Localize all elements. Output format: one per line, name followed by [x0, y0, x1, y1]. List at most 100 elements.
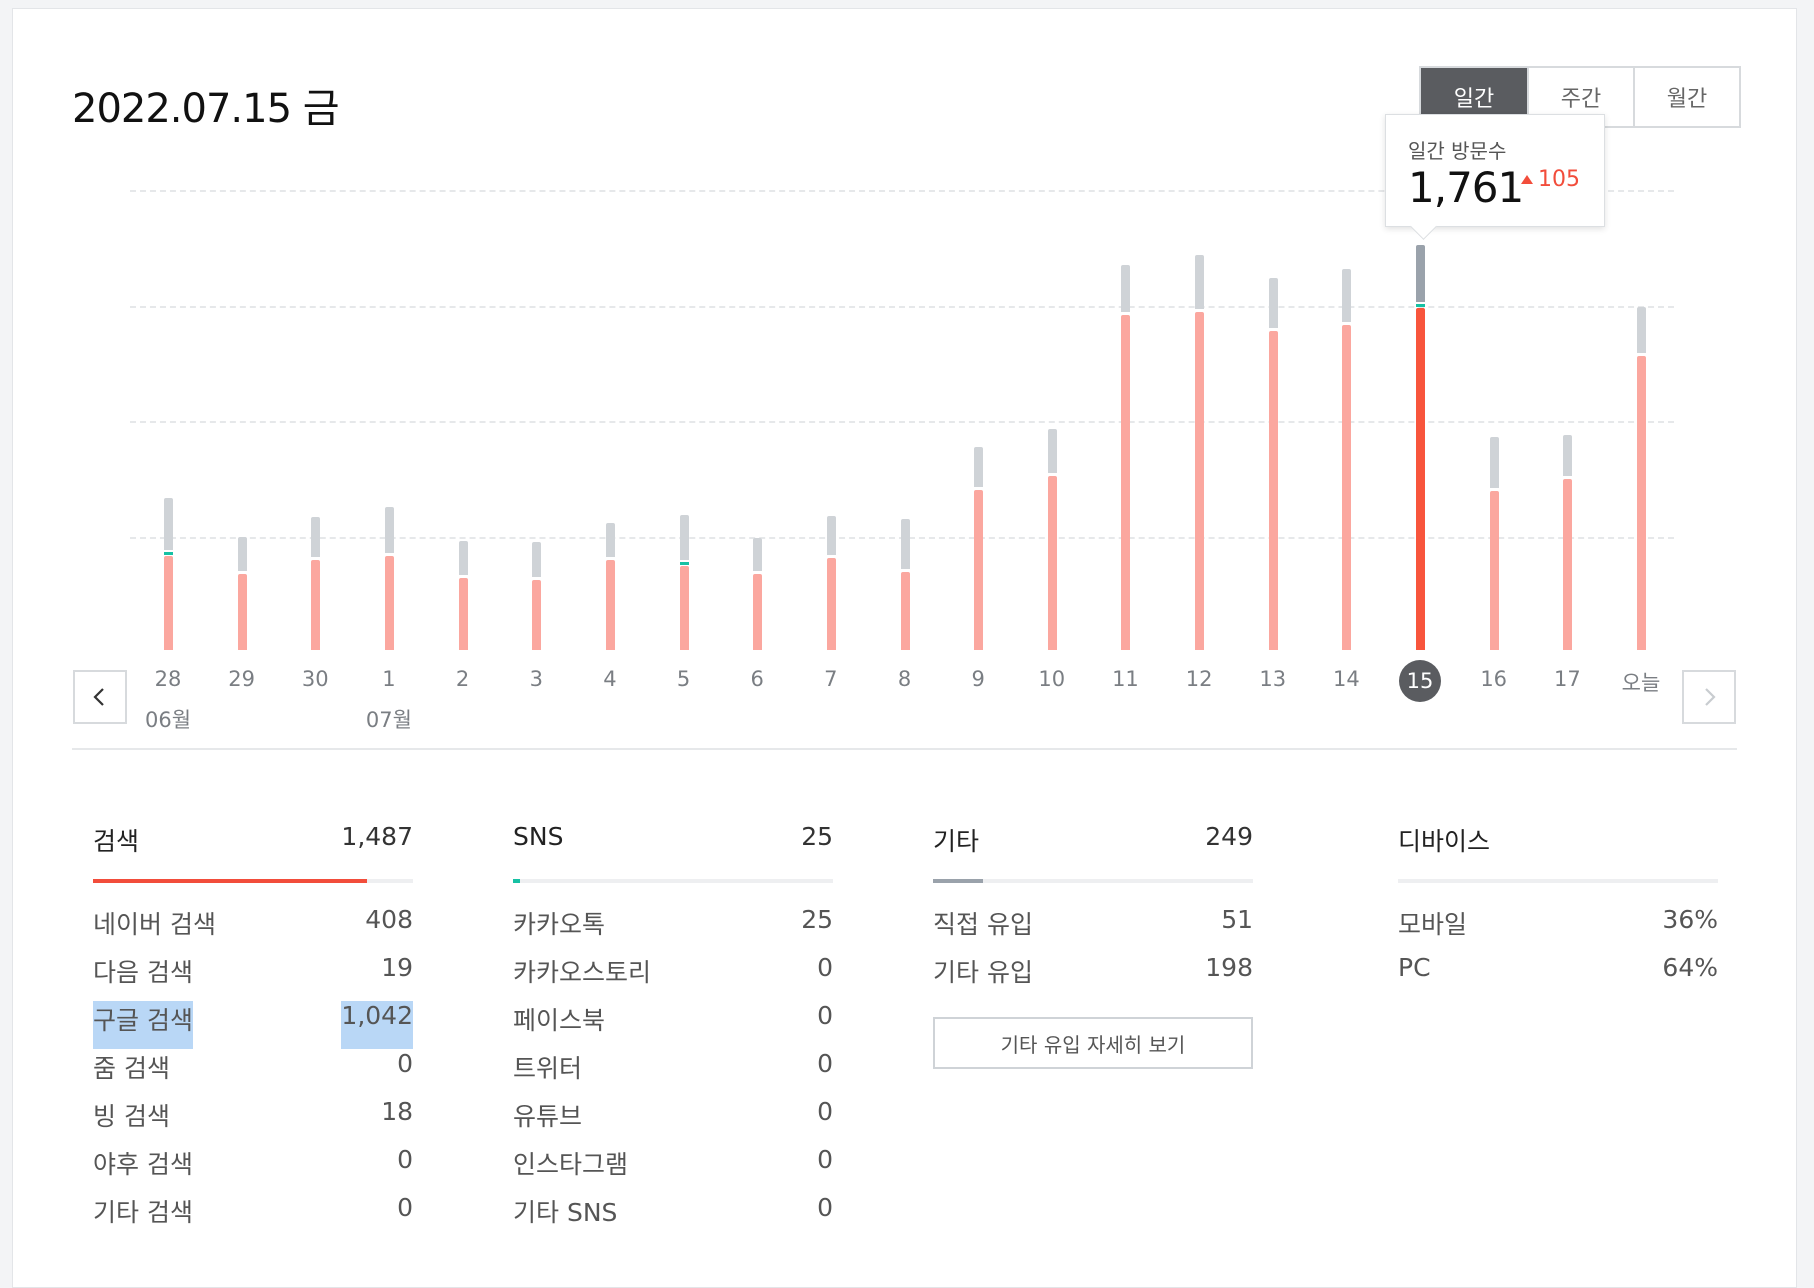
row-value: 51	[1221, 905, 1253, 934]
row-label: 야후 검색	[93, 1150, 193, 1179]
row-label: PC	[1398, 953, 1431, 982]
bar-segment-other	[1121, 265, 1131, 313]
search-progress-fill	[93, 879, 367, 883]
row-label: 구글 검색	[93, 1001, 193, 1049]
chevron-right-icon	[1705, 688, 1716, 706]
other-total: 249	[1205, 822, 1253, 851]
other-progress	[933, 879, 1253, 883]
row-value: 0	[397, 1145, 413, 1174]
list-item: 줌 검색 0	[93, 1049, 413, 1097]
bar-segment-other	[164, 497, 173, 550]
x-tick-label[interactable]: 30	[285, 667, 345, 691]
x-tick-label[interactable]: 5	[654, 667, 714, 691]
row-label: 네이버 검색	[93, 910, 216, 939]
x-tick-label[interactable]: 6	[727, 667, 787, 691]
bar-segment-other	[605, 522, 615, 558]
x-tick-label[interactable]: 12	[1169, 667, 1229, 691]
row-label: 페이스북	[513, 1006, 606, 1035]
bar-segment-other	[311, 517, 321, 558]
x-tick-label[interactable]: 11	[1095, 667, 1155, 691]
x-tick-label[interactable]: 28	[138, 667, 198, 691]
bar-segment-sns	[1416, 303, 1426, 307]
row-label: 인스타그램	[513, 1150, 629, 1179]
bar-segment-other	[826, 515, 836, 555]
month-label: 06월	[144, 708, 192, 732]
list-item: 카카오톡 25	[513, 905, 833, 953]
list-item: 기타 유입 198	[933, 953, 1253, 1001]
device-title: 디바이스	[1398, 827, 1491, 856]
x-tick-label[interactable]: 14	[1316, 667, 1376, 691]
sns-title: SNS	[513, 822, 564, 851]
row-value: 0	[817, 1193, 833, 1222]
list-item: 유튜브 0	[513, 1097, 833, 1145]
device-divider	[1398, 879, 1718, 883]
bar-segment-search	[753, 574, 763, 650]
bar-segment-search	[1268, 331, 1278, 650]
row-label: 모바일	[1398, 910, 1468, 939]
other-section: 기타 249 직접 유입 51 기타 유입 198 기타 유입 자세히 보기	[933, 822, 1253, 1069]
bar-segment-search	[1342, 324, 1352, 650]
x-tick-label[interactable]: 7	[801, 667, 861, 691]
x-tick-label[interactable]: 2	[433, 667, 493, 691]
row-label: 트위터	[513, 1054, 583, 1083]
list-item: 기타 SNS 0	[513, 1193, 833, 1241]
x-tick-label[interactable]: 8	[875, 667, 935, 691]
tooltip-delta: 105	[1521, 167, 1580, 192]
search-title: 검색	[93, 827, 140, 856]
other-detail-button[interactable]: 기타 유입 자세히 보기	[933, 1017, 1253, 1069]
bar-segment-sns	[164, 551, 173, 555]
month-label: 07월	[365, 708, 412, 732]
x-tick-label[interactable]: 15	[1399, 660, 1442, 702]
bar-segment-search	[679, 566, 689, 650]
x-tick-label[interactable]: 16	[1464, 667, 1524, 691]
x-tick-label[interactable]: 3	[506, 667, 566, 691]
bar-segment-search	[1047, 476, 1057, 650]
bar-segment-other	[1563, 435, 1573, 476]
list-item: 카카오스토리 0	[513, 953, 833, 1001]
list-item: 네이버 검색 408	[93, 905, 413, 953]
list-item: 빙 검색 18	[93, 1097, 413, 1145]
x-tick-label[interactable]: 10	[1022, 667, 1082, 691]
sns-header: SNS 25	[513, 822, 833, 862]
search-total: 1,487	[341, 822, 413, 851]
row-value: 0	[817, 1145, 833, 1174]
bar-segment-other	[1637, 306, 1646, 353]
row-value: 198	[1205, 953, 1253, 982]
gridline	[130, 306, 1674, 308]
bar-segment-search	[237, 574, 247, 650]
x-tick-label[interactable]: 4	[580, 667, 640, 691]
list-item: 다음 검색 19	[93, 953, 413, 1001]
bar-segment-other	[1489, 436, 1499, 489]
row-value: 1,042	[341, 1001, 413, 1049]
chevron-left-icon	[93, 688, 104, 706]
prev-button[interactable]	[73, 670, 127, 724]
x-tick-label[interactable]: 9	[948, 667, 1008, 691]
search-section: 검색 1,487 네이버 검색 408 다음 검색 19 구글 검색 1,042 줌 …	[93, 822, 413, 1241]
x-tick-label[interactable]: 13	[1243, 667, 1303, 691]
bar-segment-other	[237, 536, 247, 572]
list-item: 트위터 0	[513, 1049, 833, 1097]
bar-segment-other	[900, 519, 910, 569]
row-label: 기타 SNS	[513, 1198, 618, 1227]
bar-segment-search	[164, 555, 173, 650]
bar-segment-search	[1121, 315, 1131, 650]
bar-segment-other	[458, 541, 468, 575]
device-section: 디바이스 모바일 36% PC 64%	[1398, 822, 1718, 1001]
x-tick-label[interactable]: 17	[1537, 667, 1597, 691]
x-tick-label[interactable]: 1	[359, 667, 419, 691]
bar-segment-search	[1416, 307, 1426, 650]
row-label: 직접 유입	[933, 910, 1033, 939]
bar-segment-search	[1637, 355, 1646, 650]
x-tick-label[interactable]: 오늘	[1611, 667, 1671, 697]
row-label: 카카오스토리	[513, 958, 652, 987]
row-label: 유튜브	[513, 1102, 583, 1131]
bar-segment-search	[1195, 311, 1205, 650]
x-tick-label[interactable]: 29	[212, 667, 272, 691]
sns-total: 25	[801, 822, 833, 851]
sns-progress-fill	[513, 879, 521, 883]
search-header: 검색 1,487	[93, 822, 413, 862]
next-button[interactable]	[1682, 670, 1736, 724]
bar-segment-other	[974, 446, 984, 488]
sns-progress	[513, 879, 833, 883]
row-value: 0	[397, 1193, 413, 1222]
